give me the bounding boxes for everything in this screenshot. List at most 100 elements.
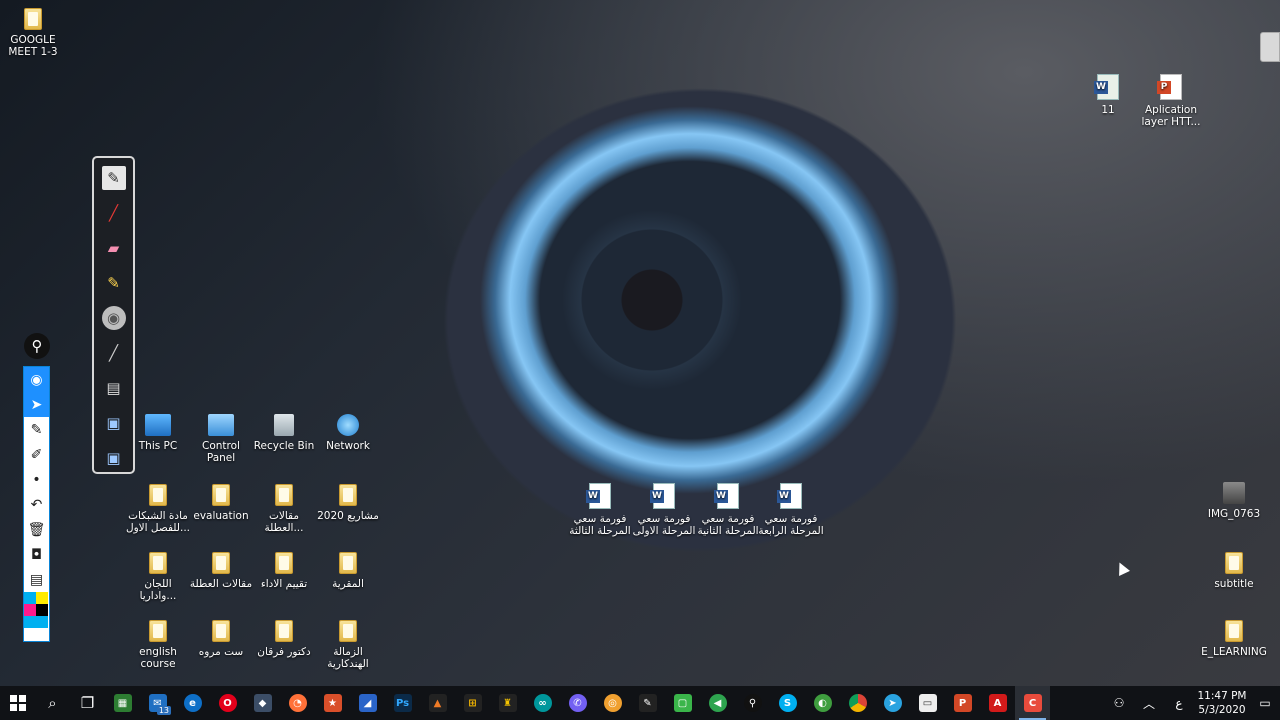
notification-app-icon[interactable]: ♜	[490, 686, 525, 720]
screen-edge-handle[interactable]	[1260, 32, 1280, 62]
desktop-word-document[interactable]: فورمة سعي المرحلة الاولى	[631, 483, 697, 537]
viber-icon[interactable]: ✆	[560, 686, 595, 720]
folder-icon	[212, 552, 230, 574]
whiteboard-icon[interactable]: ▣	[102, 446, 126, 470]
network-tool-icon[interactable]: ⊞	[455, 686, 490, 720]
pen-tool-icon[interactable]: ✎	[24, 417, 49, 442]
desktop-folder-e-learning[interactable]: E_LEARNING	[1201, 620, 1267, 658]
desktop-folder[interactable]: مادة الشبكات للفصل الاول...	[125, 484, 191, 534]
desktop-folder[interactable]: اللجان واداريا...	[125, 552, 191, 602]
folder-icon	[275, 620, 293, 642]
search-icon[interactable]: ⌕	[35, 686, 70, 720]
camtasia-icon[interactable]: ▢	[665, 686, 700, 720]
notepad-icon[interactable]: ✎	[101, 166, 126, 190]
image-file-icon	[1094, 74, 1119, 100]
trash-icon[interactable]: 🗑	[24, 517, 49, 542]
desktop-file-11[interactable]: 11	[1075, 74, 1141, 116]
clock[interactable]: 11:47 PM 5/3/2020	[1194, 689, 1250, 717]
task-view-icon[interactable]: ❐	[70, 686, 105, 720]
cursor-arrow-icon[interactable]: ➤	[24, 392, 49, 417]
edge-icon[interactable]: e	[175, 686, 210, 720]
network-icon[interactable]: Network	[315, 414, 381, 452]
recycle-bin-icon[interactable]: Recycle Bin	[251, 414, 317, 452]
highlighter-tool-icon[interactable]: ✐	[24, 442, 49, 467]
desktop-folder[interactable]: english course	[125, 620, 191, 670]
ruler-icon[interactable]: ▤	[102, 376, 126, 400]
opera-icon[interactable]: O	[210, 686, 245, 720]
desktop-folder-subtitle[interactable]: subtitle	[1201, 552, 1267, 590]
desktop-folder[interactable]: ست مروه	[188, 620, 254, 658]
recorder-icon[interactable]: ◀	[700, 686, 735, 720]
color-palette[interactable]	[24, 592, 49, 628]
app-blue-icon[interactable]: ◢	[350, 686, 385, 720]
desktop-image-file[interactable]: IMG_0763	[1201, 482, 1267, 520]
control-panel-icon[interactable]: Control Panel	[188, 414, 254, 464]
powerpoint-icon	[1157, 74, 1182, 100]
arduino-icon[interactable]: ∞	[525, 686, 560, 720]
undo-icon[interactable]: ↶	[24, 492, 49, 517]
store-icon[interactable]: ▦	[105, 686, 140, 720]
3d-app-icon[interactable]: ◆	[245, 686, 280, 720]
powerpoint-taskbar-icon[interactable]: P	[945, 686, 980, 720]
firefox-icon[interactable]: ◔	[280, 686, 315, 720]
brush-size-icon[interactable]: •	[24, 467, 49, 492]
desktop-folder[interactable]: تقييم الاداء	[251, 552, 317, 590]
app-brush-icon[interactable]: ✎	[630, 686, 665, 720]
mail-icon[interactable]: ✉ 13	[140, 686, 175, 720]
start-button[interactable]	[0, 686, 35, 720]
pin-icon[interactable]: ⚲	[24, 333, 50, 359]
control-panel-glyph-icon	[208, 414, 234, 436]
image-thumbnail-icon	[1223, 482, 1245, 504]
desktop-folder[interactable]: مقالات العطلة	[188, 552, 254, 590]
desktop-folder[interactable]: الزمالة الهندكارية	[315, 620, 381, 670]
trash-icon	[274, 414, 294, 436]
photoshop-icon[interactable]: Ps	[385, 686, 420, 720]
people-icon[interactable]: ⚇	[1104, 696, 1134, 710]
desktop-file-application-layer[interactable]: Aplication layer HTT...	[1138, 74, 1204, 128]
desktop-folder[interactable]: مقالات العطلة...	[251, 484, 317, 534]
folder-icon	[275, 552, 293, 574]
red-pen-icon[interactable]: ╱	[102, 201, 126, 225]
desktop-folder[interactable]: دكتور فرقان	[251, 620, 317, 658]
language-indicator[interactable]: ع	[1164, 696, 1194, 710]
window-app-icon[interactable]: ▭	[910, 686, 945, 720]
pen-app-icon[interactable]: ⚲	[735, 686, 770, 720]
pencil-icon[interactable]: ╱	[102, 341, 126, 365]
desktop-folder-google-meet[interactable]: GOOGLE MEET 1-3	[0, 8, 66, 58]
desktop-folder[interactable]: مشاريع 2020	[315, 484, 381, 522]
camtasia-recorder-icon[interactable]: C	[1015, 686, 1050, 720]
mouse-cursor-icon	[1114, 560, 1130, 576]
desktop-folder[interactable]: المقرية	[315, 552, 381, 590]
camera-icon[interactable]: ◘	[24, 542, 49, 567]
folder-icon	[149, 620, 167, 642]
skype-icon[interactable]: S	[770, 686, 805, 720]
desktop-word-document[interactable]: فورمة سعي المرحلة الرابعة	[758, 483, 824, 537]
clock-time: 11:47 PM	[1197, 690, 1247, 702]
desktop-folder[interactable]: evaluation	[188, 484, 254, 522]
globe-app-icon[interactable]: ◐	[805, 686, 840, 720]
word-document-icon	[777, 483, 802, 509]
eye-icon[interactable]: ◉	[24, 367, 49, 392]
chrome-icon[interactable]	[840, 686, 875, 720]
notification-center-icon[interactable]: ▭	[1250, 696, 1280, 710]
folder-icon	[212, 484, 230, 506]
telegram-icon[interactable]: ➤	[875, 686, 910, 720]
app-red-icon[interactable]: ★	[315, 686, 350, 720]
eraser-icon[interactable]: ▰	[102, 236, 126, 260]
laser-pointer-icon[interactable]: ◉	[101, 306, 126, 330]
desktop-word-document[interactable]: فورمة سعي المرحلة الثانية	[695, 483, 761, 537]
folder-icon	[1225, 552, 1243, 574]
taskbar: ⌕ ❐ ▦ ✉ 13 e O ◆ ◔ ★ ◢ Ps ▲ ⊞ ♜ ∞ ✆ ◎ ✎ ▢…	[0, 686, 1280, 720]
acrobat-icon[interactable]: A	[980, 686, 1015, 720]
matlab-icon[interactable]: ▲	[420, 686, 455, 720]
highlighter-icon[interactable]: ✎	[102, 271, 126, 295]
clipboard-icon[interactable]: ▤	[24, 567, 49, 592]
pen-tools-palette: ✎ ╱ ▰ ✎ ◉ ╱ ▤ ▣ ▣	[92, 156, 135, 474]
clock-date: 5/3/2020	[1198, 704, 1246, 716]
screen-capture-icon[interactable]: ▣	[102, 411, 126, 435]
chevron-up-icon[interactable]: ︿	[1134, 695, 1164, 712]
desktop-word-document[interactable]: فورمة سعي المرحلة الثالثة	[567, 483, 633, 537]
folder-icon	[339, 484, 357, 506]
word-document-icon	[586, 483, 611, 509]
app-orange-icon[interactable]: ◎	[595, 686, 630, 720]
